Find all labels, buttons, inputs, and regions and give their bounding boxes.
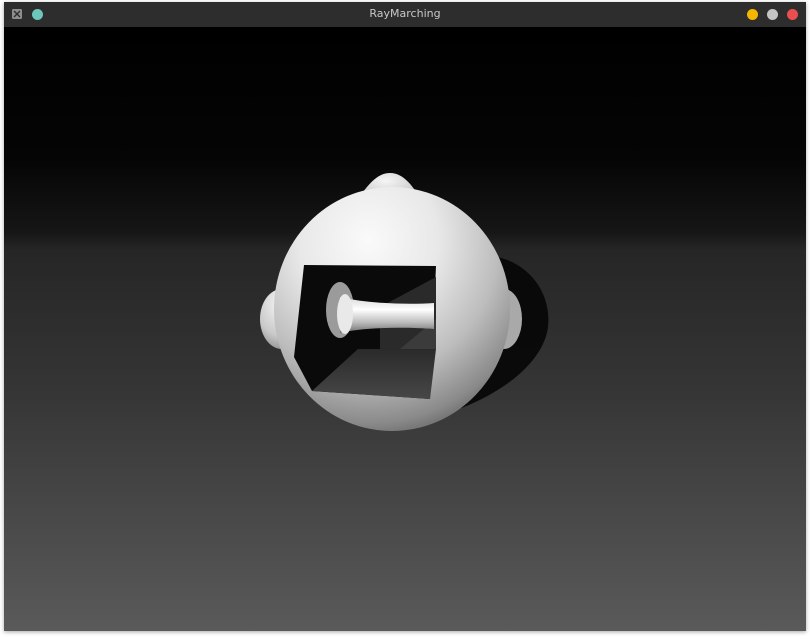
app-window: RayMarching bbox=[4, 2, 806, 631]
title-bar[interactable]: RayMarching bbox=[4, 2, 806, 27]
close-button[interactable] bbox=[787, 9, 798, 20]
minimize-button[interactable] bbox=[747, 9, 758, 20]
window-title: RayMarching bbox=[369, 7, 441, 20]
rod-flange-highlight bbox=[337, 294, 353, 334]
maximize-button[interactable] bbox=[767, 9, 778, 20]
raymarched-scene bbox=[4, 27, 806, 631]
render-canvas[interactable] bbox=[4, 27, 806, 631]
